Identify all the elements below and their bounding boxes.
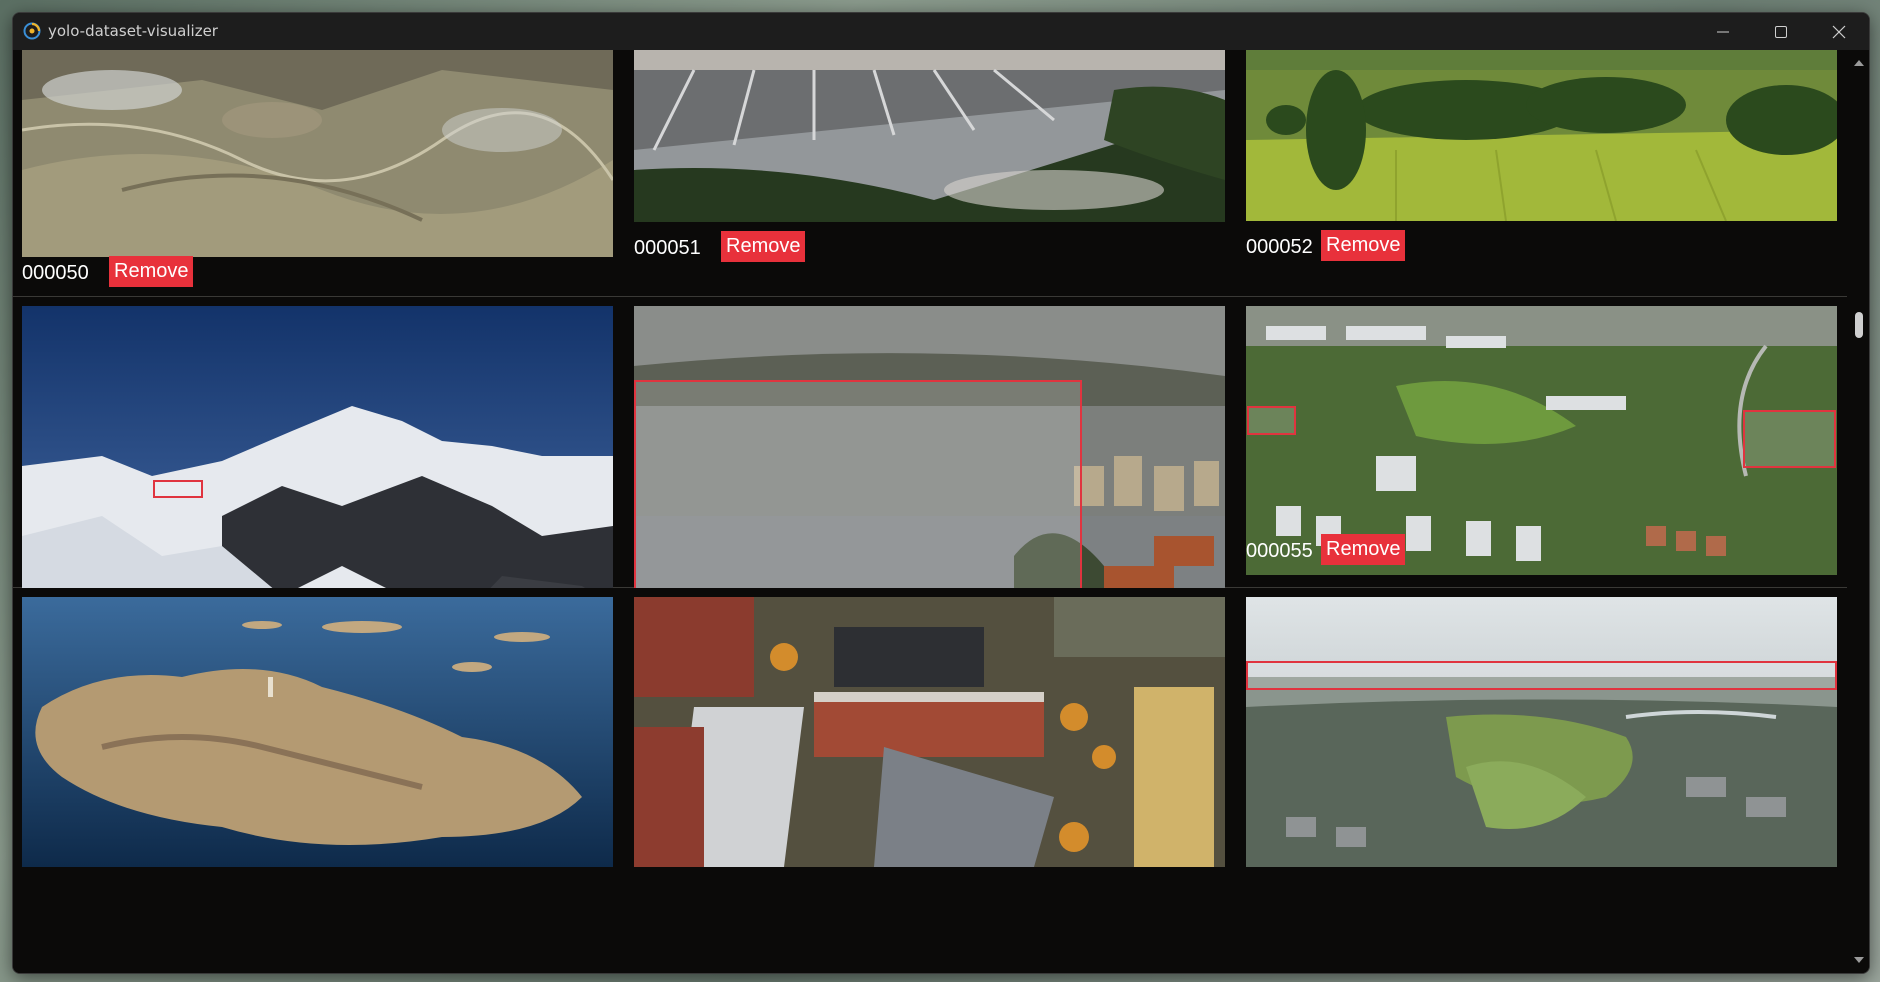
- image-thumbnail[interactable]: [1246, 597, 1837, 867]
- maximize-icon: [1775, 26, 1787, 38]
- app-window: yolo-dataset-visualizer 000050 Remove 00…: [12, 12, 1870, 974]
- image-card: 000051 Remove: [625, 50, 1237, 296]
- bounding-box: [1247, 406, 1296, 435]
- bounding-box: [1246, 661, 1837, 690]
- image-card: [13, 588, 625, 973]
- image-card: [625, 588, 1237, 973]
- minimize-icon: [1717, 31, 1729, 33]
- maximize-button[interactable]: [1753, 13, 1811, 50]
- image-card: 000054 Remove: [625, 297, 1237, 638]
- image-thumbnail[interactable]: [22, 50, 613, 257]
- image-card: [1237, 588, 1847, 973]
- remove-button[interactable]: Remove: [109, 256, 194, 287]
- bounding-box: [153, 480, 203, 498]
- image-id: 000050: [22, 262, 89, 284]
- image-card: 000055 Remove: [1237, 297, 1847, 587]
- app-icon: [23, 22, 41, 40]
- title-bar[interactable]: yolo-dataset-visualizer: [13, 13, 1869, 50]
- close-button[interactable]: [1811, 13, 1869, 50]
- minimize-button[interactable]: [1695, 13, 1753, 50]
- remove-button[interactable]: Remove: [721, 231, 806, 262]
- scrollbar-thumb[interactable]: [1855, 312, 1863, 338]
- remove-button[interactable]: Remove: [1321, 230, 1406, 261]
- image-id: 000052: [1246, 236, 1313, 258]
- scroll-down-icon[interactable]: [1854, 957, 1864, 963]
- image-card: 000052 Remove: [1237, 50, 1847, 296]
- image-card: 000053 Remove: [13, 297, 625, 638]
- image-grid[interactable]: 000050 Remove 000051 Remove 000052 Remov…: [13, 50, 1847, 973]
- remove-button[interactable]: Remove: [1321, 534, 1406, 565]
- window-title: yolo-dataset-visualizer: [48, 22, 218, 40]
- bounding-box: [1743, 410, 1836, 468]
- image-card: 000050 Remove: [13, 50, 625, 296]
- scroll-up-icon[interactable]: [1854, 60, 1864, 66]
- image-thumbnail[interactable]: [1246, 50, 1837, 221]
- image-id: 000051: [634, 237, 701, 259]
- image-thumbnail[interactable]: [634, 50, 1225, 222]
- image-thumbnail[interactable]: [634, 597, 1225, 867]
- close-icon: [1832, 25, 1846, 39]
- image-id: 000055: [1246, 540, 1313, 562]
- image-thumbnail[interactable]: [22, 597, 613, 867]
- vertical-scrollbar[interactable]: [1849, 50, 1869, 973]
